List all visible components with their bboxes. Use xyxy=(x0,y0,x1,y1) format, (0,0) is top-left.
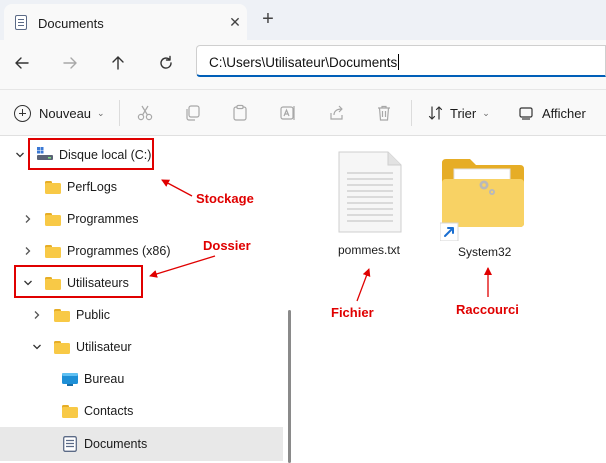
chevron-down-icon[interactable] xyxy=(15,150,25,160)
sort-button[interactable]: Trier ⌄ xyxy=(428,102,490,124)
tree-label-bureau: Bureau xyxy=(84,372,125,386)
arrow-left-icon xyxy=(15,57,29,69)
cut-button[interactable] xyxy=(134,102,156,124)
document-icon xyxy=(15,15,27,30)
view-icon xyxy=(519,107,533,120)
address-bar[interactable]: C:\Users\Utilisateur\Documents xyxy=(196,45,606,77)
refresh-icon xyxy=(160,55,172,69)
annotation-box-folder xyxy=(14,265,143,298)
annotation-dossier: Dossier xyxy=(203,238,251,253)
chevron-right-icon[interactable] xyxy=(32,310,42,320)
desktop-icon xyxy=(62,373,78,391)
shortcut-name: System32 xyxy=(458,245,512,259)
new-label: Nouveau xyxy=(39,105,92,121)
divider xyxy=(411,100,412,126)
annotation-stockage: Stockage xyxy=(196,191,254,206)
content-area: pommes.txt System32 xyxy=(296,137,606,463)
tab-title: Documents xyxy=(38,16,104,31)
chevron-right-icon[interactable] xyxy=(23,246,33,256)
new-button[interactable]: Nouveau ⌄ xyxy=(14,102,105,124)
tree-item-bureau[interactable]: Bureau xyxy=(0,363,283,395)
new-tab-button[interactable]: + xyxy=(257,8,279,30)
address-path[interactable]: C:\Users\Utilisateur\Documents xyxy=(209,54,400,70)
folder-icon xyxy=(62,405,78,418)
tree-label-perflogs: PerfLogs xyxy=(67,180,118,194)
command-bar: Nouveau ⌄ Trier ⌄ Afficher xyxy=(0,90,606,136)
rename-icon xyxy=(280,106,295,120)
share-button[interactable] xyxy=(326,102,348,124)
trash-icon xyxy=(378,105,390,121)
sort-icon xyxy=(428,106,443,120)
chevron-right-icon[interactable] xyxy=(23,214,33,224)
refresh-button[interactable] xyxy=(152,49,180,77)
shortcut-item[interactable]: System32 xyxy=(434,153,534,263)
annotation-box-disk xyxy=(28,138,154,170)
arrow-up-icon xyxy=(112,56,124,70)
view-button[interactable]: Afficher xyxy=(518,102,586,124)
forward-button[interactable] xyxy=(56,49,84,77)
annotation-raccourci: Raccourci xyxy=(456,302,519,317)
arrow-right-icon xyxy=(63,57,77,69)
divider xyxy=(119,100,120,126)
tree-item-contacts[interactable]: Contacts xyxy=(0,395,283,427)
back-button[interactable] xyxy=(8,49,36,77)
copy-button[interactable] xyxy=(182,102,204,124)
navigation-pane: Disque local (C:) PerfLogs Programmes Pr… xyxy=(0,137,283,463)
address-row: C:\Users\Utilisateur\Documents xyxy=(0,40,606,90)
tree-label-contacts: Contacts xyxy=(84,404,134,418)
tree-label-documents: Documents xyxy=(84,437,148,451)
scissors-icon xyxy=(137,105,153,121)
tree-item-public[interactable]: Public xyxy=(0,299,283,331)
clipboard-icon xyxy=(233,104,247,121)
text-caret xyxy=(398,54,400,70)
annotation-fichier: Fichier xyxy=(331,305,374,320)
tab-documents[interactable]: Documents ✕ xyxy=(4,4,247,40)
paste-button[interactable] xyxy=(229,102,251,124)
close-tab-button[interactable]: ✕ xyxy=(226,13,244,31)
documents-icon xyxy=(63,436,77,457)
view-label: Afficher xyxy=(542,105,586,121)
folder-icon xyxy=(45,213,61,226)
folder-shortcut-icon xyxy=(439,157,528,246)
folder-icon xyxy=(45,181,61,194)
tree-item-utilisateur[interactable]: Utilisateur xyxy=(0,331,283,363)
tree-item-programmes[interactable]: Programmes xyxy=(0,203,283,235)
chevron-down-icon: ⌄ xyxy=(97,107,105,118)
folder-icon xyxy=(54,341,70,354)
folder-icon xyxy=(45,245,61,258)
tree-item-documents[interactable]: Documents xyxy=(0,427,283,461)
plus-circle-icon xyxy=(14,104,31,122)
navigation-scrollbar[interactable] xyxy=(288,310,291,463)
rename-button[interactable] xyxy=(277,102,299,124)
folder-icon xyxy=(54,309,70,322)
file-item[interactable]: pommes.txt xyxy=(326,151,416,261)
delete-button[interactable] xyxy=(373,102,395,124)
tree-label-programmes: Programmes xyxy=(67,212,139,226)
tree-label-public: Public xyxy=(76,308,111,322)
file-name: pommes.txt xyxy=(338,243,401,257)
text-file-icon xyxy=(338,151,402,238)
tree-label-utilisateur: Utilisateur xyxy=(76,340,132,354)
copy-icon xyxy=(186,105,200,121)
up-button[interactable] xyxy=(104,49,132,77)
sort-label: Trier xyxy=(450,105,477,121)
tree-label-programmes-x86: Programmes (x86) xyxy=(67,244,171,258)
chevron-down-icon[interactable] xyxy=(32,342,42,352)
tab-bar: Documents ✕ + xyxy=(0,0,606,40)
share-icon xyxy=(330,105,343,120)
chevron-down-icon: ⌄ xyxy=(482,107,490,118)
